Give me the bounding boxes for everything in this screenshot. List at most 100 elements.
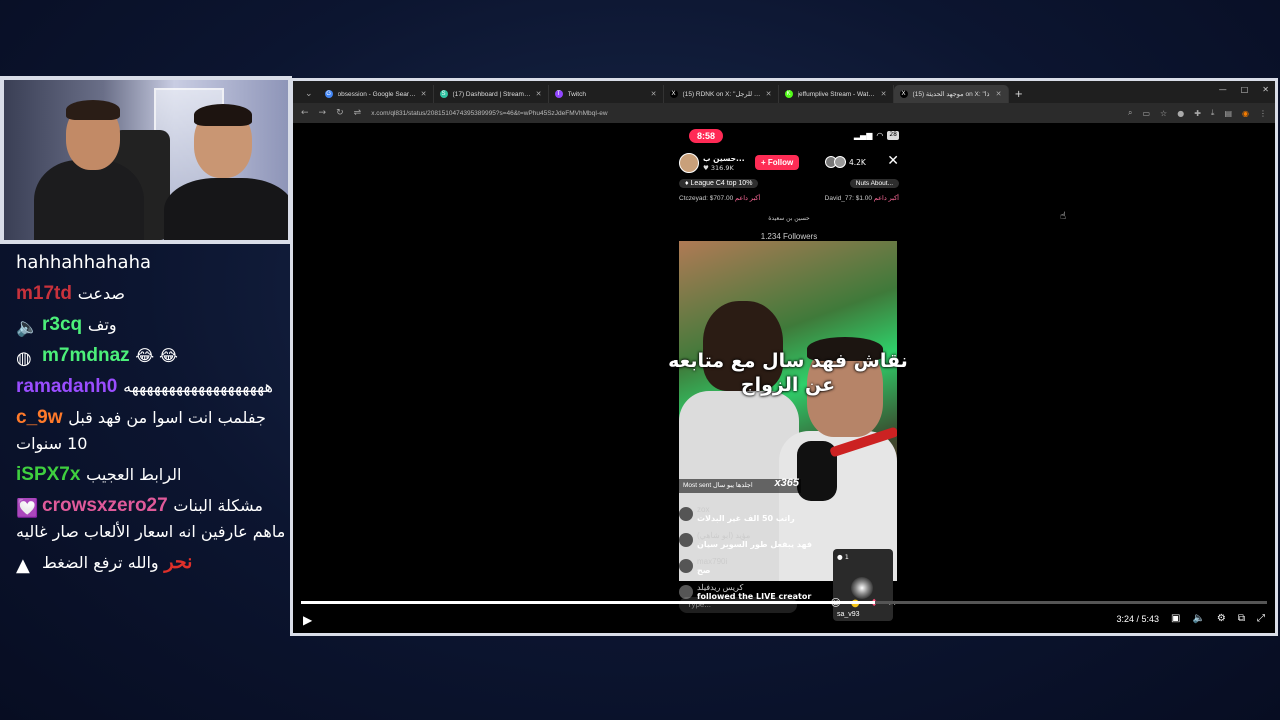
followers-count: 1.234 Followers	[760, 232, 818, 241]
commenter-name[interactable]: max790i	[697, 557, 829, 566]
menu-icon[interactable]: ⋮	[1259, 109, 1267, 118]
live-comment: مؤيد (ابو شاهي) فهد يبفعل طور السوبر سيا…	[679, 531, 829, 549]
commenter-name[interactable]: zox	[697, 505, 829, 514]
commenter-avatar[interactable]	[679, 559, 693, 573]
captions-icon[interactable]: ▣	[1171, 613, 1180, 624]
webcam-overlay	[0, 76, 292, 244]
phone-status-bar: 8:58 ▂▄▆ ◠ 28	[689, 129, 899, 145]
reload-icon[interactable]: ↻	[336, 108, 344, 118]
window-controls: — □ ✕	[1219, 85, 1269, 94]
commenter-name[interactable]: كريس ريدفيلد	[697, 583, 829, 592]
close-icon[interactable]: ✕	[1262, 85, 1269, 94]
avatar-icon: ◍	[16, 348, 32, 369]
league-badge[interactable]: ♦ League C4 top 10%	[679, 179, 759, 188]
webcam-feed	[4, 80, 288, 240]
chat-text: وتف	[87, 315, 117, 334]
chat-message: 💟 crowsxzero27 مشكلة البنات ماهم عارفين ا…	[16, 493, 286, 545]
video-progress-bar[interactable]	[301, 601, 1267, 604]
comment-text: فهد يبفعل طور السوبر سيان	[697, 540, 812, 549]
tab-title: (15) RDNK on X: "المطلوب للرجل	[682, 91, 761, 98]
tab-title: obsession - Google Search	[337, 90, 416, 98]
live-comments: zox راتب 50 الف غير البدلات مؤيد (ابو شا…	[679, 505, 829, 609]
browser-tab[interactable]: S (17) Dashboard | Streamlabs ✕	[434, 85, 549, 103]
fullscreen-icon[interactable]: ⤢	[1257, 613, 1265, 624]
chat-message: m17td صدعت	[16, 281, 286, 307]
battery-icon: 28	[887, 131, 899, 140]
signal-icon: ▂▄▆	[853, 131, 873, 140]
tab-search-icon[interactable]: ⌄	[299, 89, 319, 103]
profile-icon[interactable]: ◉	[1242, 109, 1249, 118]
tab-title: jeffumplive Stream - Watch Live	[797, 90, 876, 98]
tab-favicon-icon: S	[439, 90, 448, 98]
browser-tab[interactable]: K jeffumplive Stream - Watch Live ✕	[779, 85, 894, 103]
viewer-count[interactable]: 4.2K	[825, 156, 866, 168]
chat-username[interactable]: iSPX7x	[16, 464, 80, 485]
tab-title: Twitch	[567, 90, 586, 98]
chat-message: 🔈 r3cq وتف	[16, 312, 286, 338]
chat-username[interactable]: m7mdnaz	[42, 345, 130, 366]
video-viewport[interactable]: 8:58 ▂▄▆ ◠ 28 حسين ب... ♥ 316.9K + Follo…	[293, 123, 1275, 633]
tab-close-icon[interactable]: ✕	[996, 90, 1002, 98]
tab-bar: ⌄ G obsession - Google Search ✕ S (17) Da…	[293, 81, 1275, 103]
commenter-name[interactable]: مؤيد (ابو شاهي)	[697, 531, 829, 540]
host-subtitle: حسين بن سعيدة	[768, 215, 810, 222]
browser-tab[interactable]: X (15) موجهد الحديثة on X: "ذا ✕	[893, 85, 1009, 103]
tab-favicon-icon: T	[554, 90, 563, 98]
maximize-icon[interactable]: □	[1241, 85, 1249, 94]
extension-icon[interactable]: ●	[1177, 109, 1184, 118]
video-caption: نقاش فهد سال مع متابعه عن الزواج	[668, 350, 908, 396]
browser-tab[interactable]: X (15) RDNK on X: "المطلوب للرجل ✕	[664, 85, 779, 103]
chat-username[interactable]: c_9w	[16, 407, 62, 428]
puzzle-icon[interactable]: ✚	[1194, 109, 1201, 118]
tab-close-icon[interactable]: ✕	[881, 90, 887, 98]
browser-tab[interactable]: G obsession - Google Search ✕	[319, 85, 434, 103]
chat-username[interactable]: crowsxzero27	[42, 495, 168, 516]
live-comment: zox راتب 50 الف غير البدلات	[679, 505, 829, 523]
play-icon[interactable]: ▶	[303, 613, 312, 627]
bookmark-star-icon[interactable]: ☆	[1160, 109, 1167, 118]
close-live-icon[interactable]: ✕	[887, 153, 899, 169]
nuts-badge[interactable]: Nuts About...	[849, 179, 899, 188]
chat-username[interactable]: ramadanh0	[16, 376, 117, 397]
tab-favicon-icon: X	[899, 90, 908, 98]
speaker-icon: 🔈	[16, 317, 39, 338]
address-bar: ← → ↻ ⇌ x.com/ql831/status/2081510474395…	[293, 103, 1275, 123]
chat-username[interactable]: m17td	[16, 283, 72, 304]
commenter-avatar[interactable]	[679, 507, 693, 521]
minimize-icon[interactable]: —	[1219, 85, 1227, 94]
forward-icon[interactable]: →	[319, 108, 327, 118]
tab-close-icon[interactable]: ✕	[766, 90, 772, 98]
follow-button[interactable]: + Follow	[755, 155, 800, 170]
tab-close-icon[interactable]: ✕	[421, 90, 427, 98]
most-sent-gift: Most sent اجلدها يبو سال x365	[679, 477, 801, 493]
chat-username[interactable]: r3cq	[42, 314, 82, 335]
site-info-icon[interactable]: ⇌	[354, 108, 362, 118]
commenter-avatar[interactable]	[679, 533, 693, 547]
comment-text: راتب 50 الف غير البدلات	[697, 514, 795, 523]
chat-message: iSPX7x الرابط العجيب	[16, 462, 286, 488]
comment-input[interactable]: Type...	[679, 597, 797, 613]
new-tab-button[interactable]: +	[1009, 89, 1029, 103]
zoom-icon[interactable]: ⌕	[1128, 108, 1132, 118]
pip-icon[interactable]: ⧉	[1238, 613, 1245, 624]
back-icon[interactable]: ←	[301, 108, 309, 118]
chat-message: hahhahhahaha	[16, 250, 286, 276]
live-comment: max790i صح	[679, 557, 829, 575]
player-controls: 3:24 / 5:43 ▣ 🔈 ⚙ ⧉ ⤢	[1116, 613, 1265, 624]
browser-tab[interactable]: T Twitch ✕	[549, 85, 664, 103]
download-icon[interactable]: ⤓	[1211, 108, 1215, 118]
chat-username[interactable]: نحر	[164, 552, 192, 573]
cast-icon[interactable]: ▭	[1142, 109, 1150, 118]
url-field[interactable]: x.com/ql831/status/2081510474395389995?s…	[371, 110, 1118, 117]
chat-text: 😂 😂	[135, 346, 178, 365]
sidebar-icon[interactable]: ▤	[1224, 109, 1232, 118]
wifi-icon: ◠	[876, 131, 884, 140]
tab-close-icon[interactable]: ✕	[536, 90, 542, 98]
progress-fill	[301, 601, 875, 604]
settings-gear-icon[interactable]: ⚙	[1217, 613, 1226, 624]
chat-text: والله ترفع الضغط	[42, 553, 159, 572]
tab-close-icon[interactable]: ✕	[651, 90, 657, 98]
host-avatar[interactable]	[679, 153, 699, 173]
volume-icon[interactable]: 🔈	[1192, 613, 1204, 624]
viewer-avatar	[834, 156, 846, 168]
